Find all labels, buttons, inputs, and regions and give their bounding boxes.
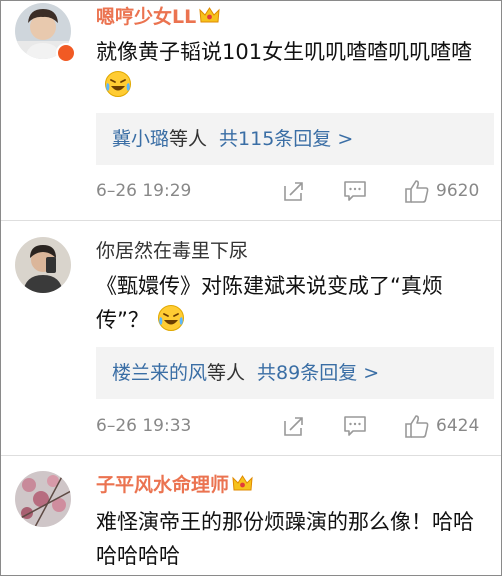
reply-count-link[interactable]: 共89条回复 > — [257, 362, 379, 384]
reply-summary[interactable]: 冀小璐等人 共115条回复 > — [96, 113, 494, 165]
avatar[interactable] — [15, 471, 71, 527]
crown-badge-icon — [199, 7, 220, 23]
reply-suffix: 等人 — [169, 128, 208, 150]
username[interactable]: 嗯哼少女LL — [96, 5, 220, 29]
reply-suffix: 等人 — [207, 362, 246, 384]
divider — [1, 455, 501, 456]
username[interactable]: 子平风水命理师 — [96, 473, 253, 497]
username[interactable]: 你居然在毒里下尿 — [96, 239, 248, 263]
reply-summary[interactable]: 楼兰来的风等人 共89条回复 > — [96, 347, 494, 399]
reply-count-link[interactable]: 共115条回复 > — [219, 128, 353, 150]
thumbs-up-icon[interactable] — [404, 413, 430, 439]
like-count: 6424 — [436, 416, 480, 436]
avatar[interactable] — [15, 237, 71, 293]
laughing-tears-emoji-icon — [157, 305, 184, 331]
divider — [1, 220, 501, 221]
share-icon[interactable] — [282, 414, 306, 438]
reply-users[interactable]: 冀小璐 — [112, 128, 169, 150]
action-bar: 6–26 19:29 9620 — [96, 178, 496, 208]
crown-badge-icon — [232, 475, 253, 491]
comment-icon[interactable] — [343, 179, 367, 203]
timestamp: 6–26 19:33 — [96, 416, 192, 436]
comment-text: 《甄嬛传》对陈建斌来说变成了“真烦传”？ — [96, 274, 443, 332]
like-count: 9620 — [436, 181, 480, 201]
action-bar: 6–26 19:33 6424 — [96, 413, 496, 443]
share-icon[interactable] — [282, 179, 306, 203]
timestamp: 6–26 19:29 — [96, 181, 192, 201]
comment-text: 就像黄子韬说101女生叽叽喳喳叽叽喳喳 — [96, 35, 491, 103]
vip-badge-icon — [56, 43, 76, 63]
laughing-tears-emoji-icon — [105, 71, 131, 97]
comment-icon[interactable] — [343, 414, 367, 438]
comment-text: 难怪演帝王的那份烦躁演的那么像！哈哈哈哈哈哈 — [96, 510, 474, 568]
comment-list: 嗯哼少女LL 就像黄子韬说101女生叽叽喳喳叽叽喳喳 冀小璐等人 共115条回复 … — [0, 0, 502, 576]
reply-users[interactable]: 楼兰来的风 — [112, 362, 207, 384]
thumbs-up-icon[interactable] — [404, 178, 430, 204]
